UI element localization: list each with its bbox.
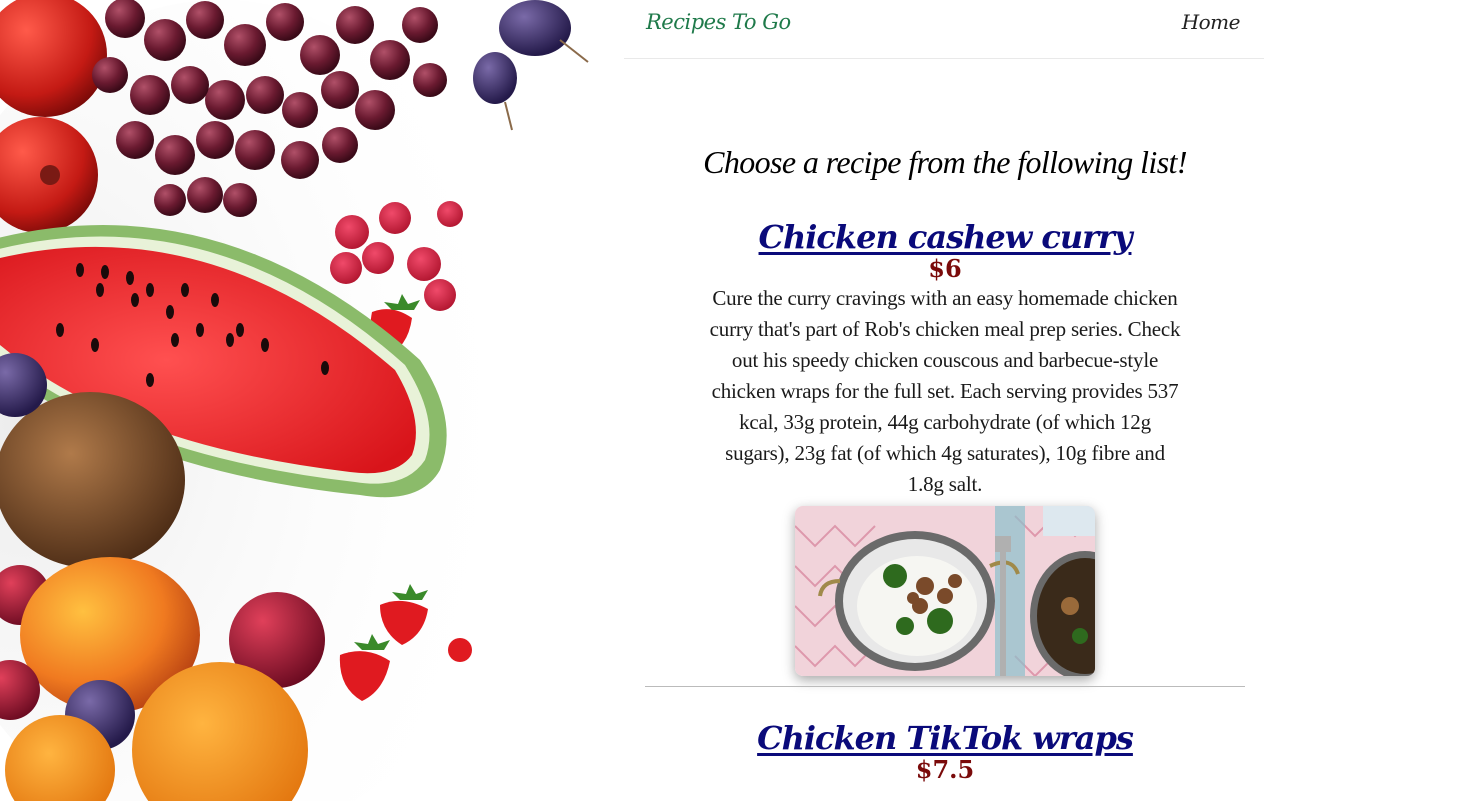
page: Recipes To Go Home Choose a recipe from … xyxy=(0,0,1468,801)
nav-home-link[interactable]: Home xyxy=(1182,10,1241,34)
brand-logo-link[interactable]: Recipes To Go xyxy=(646,10,791,34)
page-title: Choose a recipe from the following list! xyxy=(703,144,1187,180)
recipe-price: $6 xyxy=(928,254,962,283)
recipe-photo xyxy=(795,506,1095,676)
recipe-title-link[interactable]: Chicken TikTok wraps xyxy=(757,720,1134,756)
recipe-price: $7.5 xyxy=(915,755,975,784)
recipe-card: Chicken cashew curry $6 Cure the curry c… xyxy=(645,182,1245,687)
recipe-title-link[interactable]: Chicken cashew curry xyxy=(759,219,1133,255)
recipe-description: Cure the curry cravings with an easy hom… xyxy=(709,286,1181,496)
recipe-card: Chicken TikTok wraps $7.5 xyxy=(645,687,1245,784)
fruit-background-image xyxy=(0,0,620,801)
recipe-list-section: Choose a recipe from the following list!… xyxy=(645,58,1245,784)
top-navbar: Recipes To Go Home xyxy=(624,0,1264,59)
